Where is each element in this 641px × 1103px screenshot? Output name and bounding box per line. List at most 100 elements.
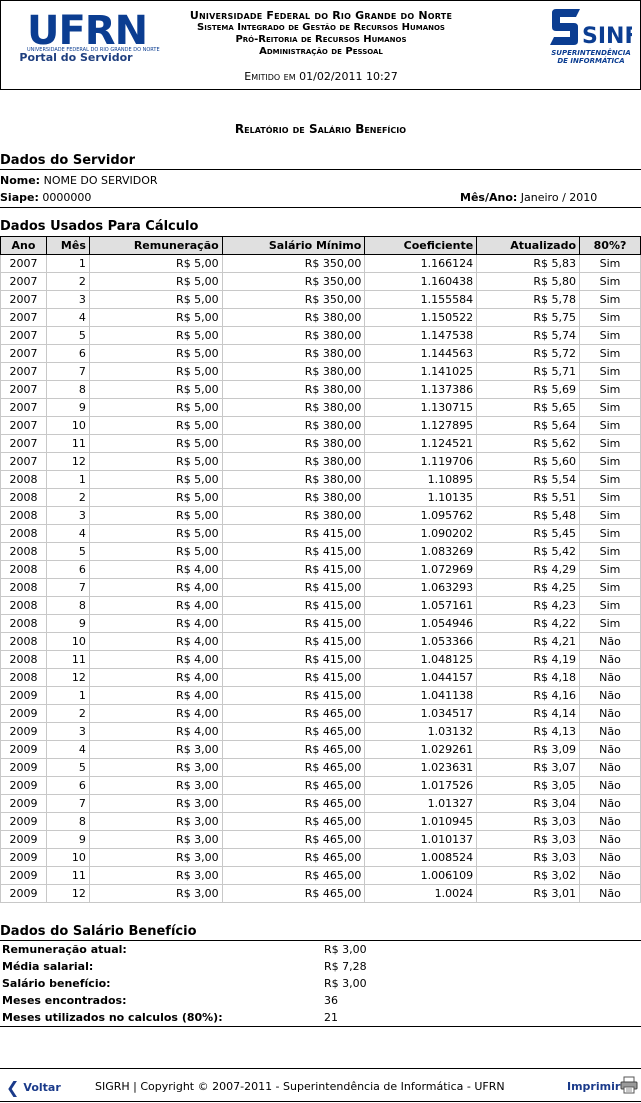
cell-salario-minimo: R$ 415,00 <box>221 578 366 597</box>
cell-mes: 3 <box>45 722 90 741</box>
mesano-value: Janeiro / 2010 <box>520 191 598 204</box>
cell-mes: 10 <box>45 632 90 651</box>
cell-remuneracao: R$ 5,00 <box>88 470 223 489</box>
cell-80: Sim <box>579 308 641 327</box>
table-row: 2009 9 R$ 3,00 R$ 465,00 1.010137 R$ 3,03 Não <box>0 830 641 849</box>
back-link[interactable]: ❮ Voltar <box>6 1078 61 1097</box>
table-row: 2009 8 R$ 3,00 R$ 465,00 1.010945 R$ 3,03 Não <box>0 812 641 831</box>
summary-row: Meses encontrados: 36 <box>2 994 638 1011</box>
back-label: Voltar <box>23 1081 61 1094</box>
section-title-beneficio: Dados do Salário Benefício <box>0 924 641 941</box>
cell-coeficiente: 1.127895 <box>364 416 478 435</box>
table-row: 2008 11 R$ 4,00 R$ 415,00 1.048125 R$ 4,19 Não <box>0 650 641 669</box>
table-row: 2007 10 R$ 5,00 R$ 380,00 1.127895 R$ 5,64 Sim <box>0 416 641 435</box>
table-row: 2007 2 R$ 5,00 R$ 350,00 1.160438 R$ 5,80 Sim <box>0 272 641 291</box>
cell-80: Não <box>579 830 641 849</box>
cell-coeficiente: 1.01327 <box>364 794 478 813</box>
table-row: 2009 11 R$ 3,00 R$ 465,00 1.006109 R$ 3,02 Não <box>0 866 641 885</box>
cell-salario-minimo: R$ 380,00 <box>221 506 366 525</box>
cell-remuneracao: R$ 3,00 <box>88 740 223 759</box>
cell-salario-minimo: R$ 465,00 <box>221 740 366 759</box>
cell-coeficiente: 1.023631 <box>364 758 478 777</box>
cell-atualizado: R$ 3,04 <box>476 794 581 813</box>
table-row: 2009 6 R$ 3,00 R$ 465,00 1.017526 R$ 3,05 Não <box>0 776 641 795</box>
cell-salario-minimo: R$ 380,00 <box>221 416 366 435</box>
cell-ano: 2009 <box>0 758 47 777</box>
cell-80: Sim <box>579 416 641 435</box>
cell-remuneracao: R$ 4,00 <box>88 722 223 741</box>
cell-coeficiente: 1.010137 <box>364 830 478 849</box>
cell-coeficiente: 1.053366 <box>364 632 478 651</box>
cell-ano: 2008 <box>0 668 47 687</box>
cell-80: Não <box>579 812 641 831</box>
cell-ano: 2008 <box>0 632 47 651</box>
cell-salario-minimo: R$ 465,00 <box>221 722 366 741</box>
cell-80: Não <box>579 848 641 867</box>
cell-remuneracao: R$ 4,00 <box>88 560 223 579</box>
table-row: 2008 5 R$ 5,00 R$ 415,00 1.083269 R$ 5,42 Sim <box>0 542 641 561</box>
cell-mes: 7 <box>45 794 90 813</box>
cell-mes: 8 <box>45 380 90 399</box>
cell-ano: 2008 <box>0 488 47 507</box>
cell-80: Sim <box>579 560 641 579</box>
cell-ano: 2009 <box>0 812 47 831</box>
print-link[interactable]: Imprimir <box>567 1080 620 1093</box>
cell-coeficiente: 1.041138 <box>364 686 478 705</box>
cell-mes: 8 <box>45 812 90 831</box>
table-row: 2007 9 R$ 5,00 R$ 380,00 1.130715 R$ 5,65 Sim <box>0 398 641 417</box>
cell-mes: 11 <box>45 650 90 669</box>
nome-value: NOME DO SERVIDOR <box>43 174 158 187</box>
cell-coeficiente: 1.054946 <box>364 614 478 633</box>
cell-mes: 5 <box>45 542 90 561</box>
cell-coeficiente: 1.0024 <box>364 884 478 903</box>
section-title-servidor: Dados do Servidor <box>0 153 641 170</box>
sinfo-caption-line1: SUPERINTENDÊNCIA <box>551 49 631 57</box>
cell-80: Não <box>579 686 641 705</box>
table-row: 2007 12 R$ 5,00 R$ 380,00 1.119706 R$ 5,60 Sim <box>0 452 641 471</box>
cell-mes: 1 <box>45 686 90 705</box>
cell-mes: 8 <box>45 596 90 615</box>
cell-ano: 2007 <box>0 434 47 453</box>
cell-mes: 9 <box>45 614 90 633</box>
cell-atualizado: R$ 5,78 <box>476 290 581 309</box>
cell-80: Sim <box>579 488 641 507</box>
cell-coeficiente: 1.144563 <box>364 344 478 363</box>
siape-label: Siape: <box>0 191 39 204</box>
cell-mes: 6 <box>45 776 90 795</box>
summary-value: 36 <box>324 994 338 1007</box>
cell-coeficiente: 1.017526 <box>364 776 478 795</box>
col-header-coeficiente: Coeficiente <box>364 236 478 255</box>
cell-mes: 1 <box>45 470 90 489</box>
col-header-ano: Ano <box>0 236 47 255</box>
cell-remuneracao: R$ 3,00 <box>88 758 223 777</box>
printer-icon[interactable] <box>620 1076 638 1094</box>
cell-remuneracao: R$ 5,00 <box>88 344 223 363</box>
cell-ano: 2008 <box>0 596 47 615</box>
cell-remuneracao: R$ 5,00 <box>88 398 223 417</box>
cell-coeficiente: 1.090202 <box>364 524 478 543</box>
cell-atualizado: R$ 5,64 <box>476 416 581 435</box>
cell-salario-minimo: R$ 465,00 <box>221 848 366 867</box>
cell-remuneracao: R$ 5,00 <box>88 308 223 327</box>
cell-salario-minimo: R$ 465,00 <box>221 794 366 813</box>
cell-salario-minimo: R$ 415,00 <box>221 632 366 651</box>
cell-remuneracao: R$ 5,00 <box>88 452 223 471</box>
cell-remuneracao: R$ 5,00 <box>88 272 223 291</box>
cell-salario-minimo: R$ 350,00 <box>221 272 366 291</box>
cell-mes: 12 <box>45 452 90 471</box>
cell-coeficiente: 1.137386 <box>364 380 478 399</box>
cell-mes: 10 <box>45 416 90 435</box>
summary-row: Salário benefício: R$ 3,00 <box>2 977 638 994</box>
summary-row: Meses utilizados no calculos (80%): 21 <box>2 1011 638 1028</box>
table-row: 2007 3 R$ 5,00 R$ 350,00 1.155584 R$ 5,78 Sim <box>0 290 641 309</box>
table-header-row: Ano Mês Remuneração Salário Mínimo Coefi… <box>0 236 641 255</box>
copyright-text: SIGRH | Copyright © 2007-2011 - Superint… <box>95 1080 505 1093</box>
cell-atualizado: R$ 3,03 <box>476 848 581 867</box>
cell-remuneracao: R$ 3,00 <box>88 812 223 831</box>
cell-80: Sim <box>579 362 641 381</box>
cell-salario-minimo: R$ 380,00 <box>221 488 366 507</box>
cell-salario-minimo: R$ 415,00 <box>221 542 366 561</box>
table-row: 2007 5 R$ 5,00 R$ 380,00 1.147538 R$ 5,74 Sim <box>0 326 641 345</box>
cell-coeficiente: 1.03132 <box>364 722 478 741</box>
cell-80: Não <box>579 704 641 723</box>
